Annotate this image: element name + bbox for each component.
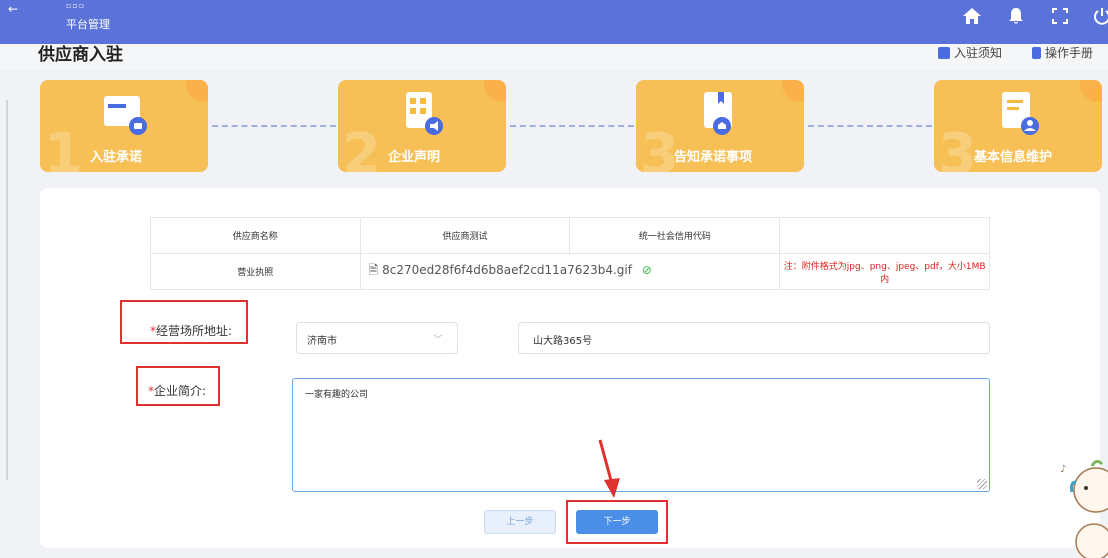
fullscreen-icon[interactable] [1050, 6, 1070, 26]
prev-step-button[interactable]: 上一步 [484, 510, 556, 534]
license-file-link[interactable]: 8c270ed28f6f4d6b8aef2cd11a7623b4.gif [382, 263, 632, 277]
breadcrumb[interactable]: 平台管理 [66, 16, 110, 32]
step-decoration [782, 80, 804, 102]
step-basic-info[interactable]: 3 基本信息维护 [934, 80, 1102, 172]
chevron-down-icon: ﹀ [433, 335, 443, 346]
manual-link[interactable]: 操作手册 [1032, 44, 1093, 61]
credit-code-value [779, 217, 990, 254]
step-number: 1 [44, 122, 83, 172]
manual-icon [1032, 46, 1041, 59]
step-decoration [484, 80, 506, 102]
file-icon: 🗎 [368, 263, 379, 277]
step-notification-commitment[interactable]: 3 告知承诺事项 [636, 80, 804, 172]
check-circle-icon: ⊘ [641, 263, 652, 277]
credit-code-label: 统一社会信用代码 [569, 217, 781, 254]
step-enterprise-statement[interactable]: 2 企业声明 [338, 80, 506, 172]
resize-handle[interactable] [977, 479, 987, 489]
step-connector [510, 125, 634, 127]
supplier-name-value: 供应商测试 [359, 217, 571, 254]
intro-label-text: 企业简介: [154, 384, 207, 398]
supplier-info-table: 供应商名称 供应商测试 统一社会信用代码 营业执照 🗎 8c270ed28f6f… [150, 217, 990, 290]
page-title: 供应商入驻 [38, 45, 123, 65]
license-note: 注：附件格式为jpg、png、jpeg、pdf，大小1MB内 [783, 261, 986, 285]
step-decoration [186, 80, 208, 102]
notice-icon [938, 46, 950, 59]
bell-icon[interactable] [1006, 6, 1026, 26]
intro-label: *企业简介: [148, 382, 206, 399]
power-icon[interactable] [1092, 6, 1108, 26]
address-input-value: 山大路365号 [533, 336, 593, 347]
address-label: *经营场所地址: [150, 322, 232, 339]
entry-notice-label: 入驻须知 [954, 46, 1003, 60]
mascot-icon[interactable]: ♪ [1056, 452, 1108, 558]
back-arrow-icon[interactable]: ← [8, 2, 18, 16]
intro-textarea-value: 一家有趣的公司 [305, 390, 369, 400]
step-label: 企业声明 [388, 150, 441, 165]
book-icon [704, 92, 732, 135]
left-divider [6, 100, 8, 480]
folder-icon [104, 96, 147, 135]
step-connector [212, 125, 336, 127]
license-label: 营业执照 [150, 253, 361, 290]
table-row: 供应商名称 供应商测试 统一社会信用代码 [150, 217, 990, 254]
building-icon [406, 92, 443, 135]
intro-textarea[interactable]: 一家有趣的公司 [292, 378, 990, 492]
step-label: 告知承诺事项 [674, 150, 753, 165]
next-step-button[interactable]: 下一步 [576, 510, 658, 534]
red-arrow-annotation [598, 439, 620, 498]
step-connector [808, 125, 932, 127]
address-label-text: 经营场所地址: [156, 324, 233, 338]
city-select[interactable]: 济南市 ﹀ [296, 322, 458, 354]
step-number: 3 [938, 122, 977, 172]
step-entry-promise[interactable]: 1 入驻承诺 [40, 80, 208, 172]
city-select-value: 济南市 [307, 336, 337, 347]
manual-label: 操作手册 [1045, 46, 1094, 60]
document-user-icon [1002, 92, 1039, 135]
license-file-cell: 🗎 8c270ed28f6f4d6b8aef2cd11a7623b4.gif ⊘ [359, 253, 781, 290]
app-logo-text: ▫▫▫ [66, 1, 86, 10]
home-icon[interactable] [962, 6, 982, 26]
entry-notice-link[interactable]: 入驻须知 [938, 44, 1002, 61]
top-navigation-bar: ← ▫▫▫ 平台管理 [0, 0, 1108, 44]
supplier-name-label: 供应商名称 [150, 217, 361, 254]
step-number: 2 [342, 122, 381, 172]
table-row: 营业执照 🗎 8c270ed28f6f4d6b8aef2cd11a7623b4.… [150, 253, 990, 290]
svg-text:♪: ♪ [1060, 464, 1066, 475]
step-label: 入驻承诺 [90, 150, 143, 165]
license-note-cell: 注：附件格式为jpg、png、jpeg、pdf，大小1MB内 [779, 253, 990, 290]
step-decoration [1080, 80, 1102, 102]
step-label: 基本信息维护 [974, 150, 1053, 165]
address-input[interactable]: 山大路365号 [518, 322, 990, 354]
